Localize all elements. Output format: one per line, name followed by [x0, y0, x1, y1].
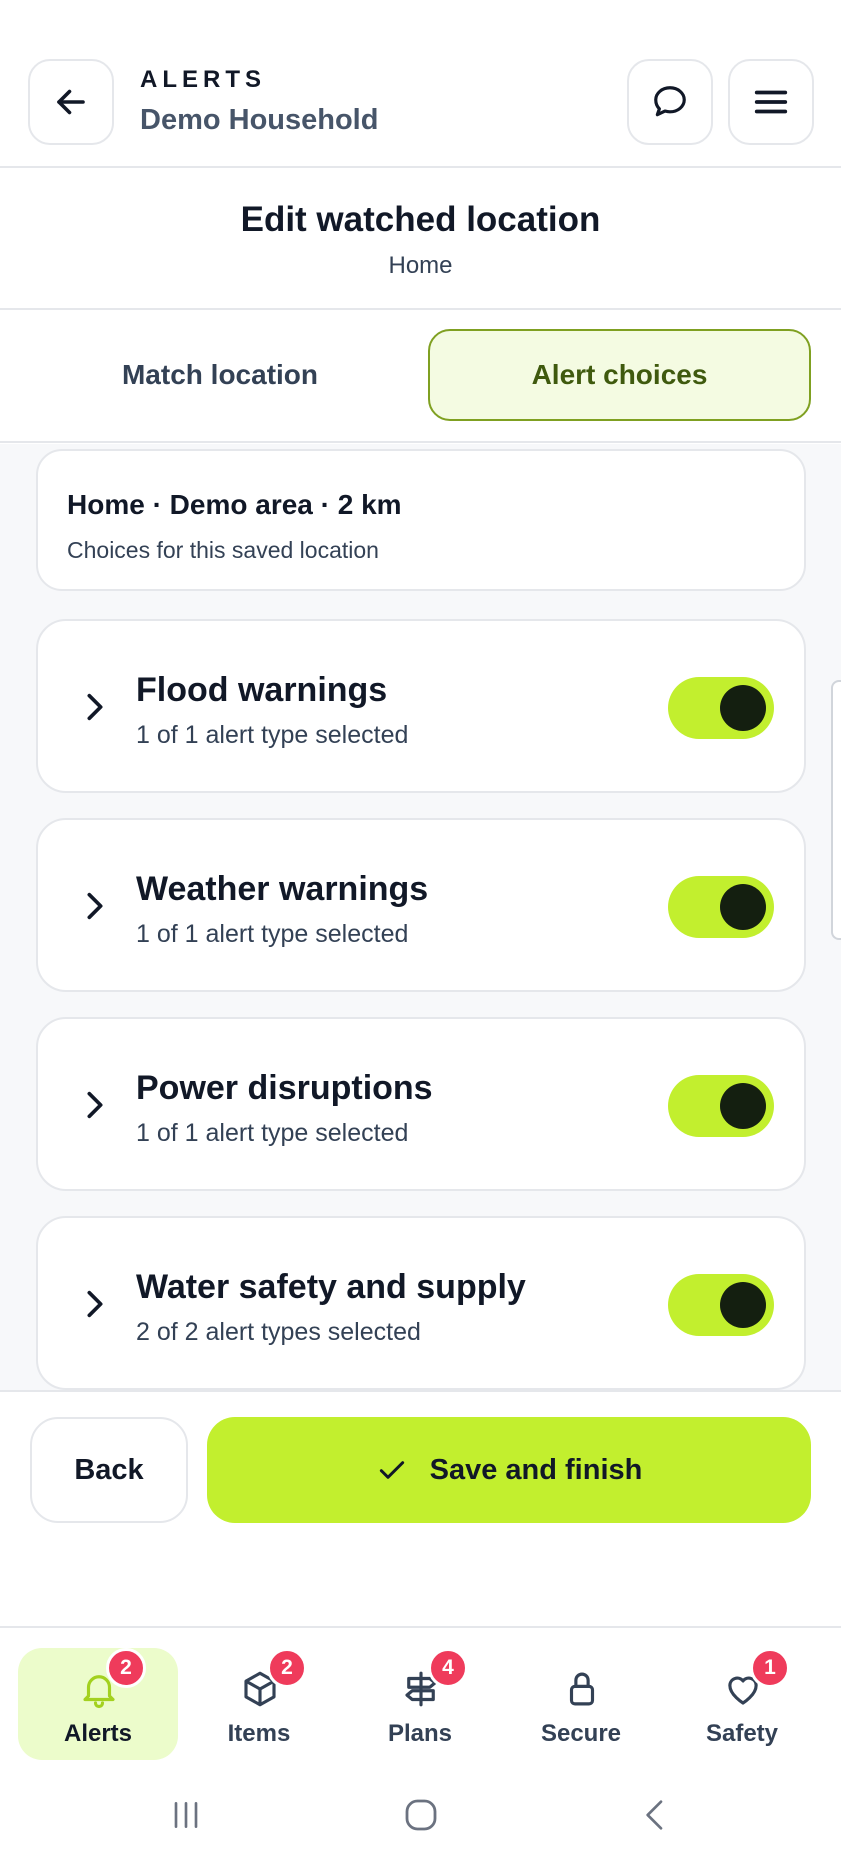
category-toggle[interactable] [668, 876, 774, 938]
chevron-right-icon[interactable] [78, 1284, 112, 1324]
chat-button[interactable] [627, 59, 713, 145]
category-name: Power disruptions [136, 1069, 433, 1107]
category-count: 1 of 1 alert type selected [136, 721, 409, 749]
toggle-knob [720, 1282, 766, 1328]
category-card-water[interactable]: Water safety and supply 2 of 2 alert typ… [36, 1216, 806, 1390]
category-count: 1 of 1 alert type selected [136, 1119, 409, 1147]
toggle-knob [720, 685, 766, 731]
nav-secure[interactable]: Secure [501, 1648, 661, 1760]
alert-choices-list[interactable]: Home · Demo area · 2 km Choices for this… [0, 444, 841, 1392]
nav-label: Secure [540, 1720, 622, 1747]
category-card-flood[interactable]: Flood warnings 1 of 1 alert type selecte… [36, 619, 806, 793]
category-name: Water safety and supply [136, 1268, 526, 1306]
hamburger-menu-icon [754, 90, 788, 114]
category-card-weather[interactable]: Weather warnings 1 of 1 alert type selec… [36, 818, 806, 992]
category-name: Flood warnings [136, 671, 388, 709]
category-toggle[interactable] [668, 677, 774, 739]
page-title-block: Edit watched location Home [0, 170, 841, 310]
nav-safety[interactable]: 1 Safety [662, 1648, 822, 1760]
back-button[interactable] [28, 59, 114, 145]
page-title: Edit watched location [240, 200, 601, 239]
page-subtitle: Home [388, 252, 453, 279]
nav-label: Safety [705, 1720, 779, 1747]
household-name: Demo Household [140, 104, 379, 136]
form-actions: Back Save and finish [0, 1393, 841, 1628]
chat-bubble-icon [654, 86, 686, 117]
nav-label: Alerts [63, 1720, 133, 1747]
nav-alerts[interactable]: 2 Alerts [18, 1648, 178, 1760]
section-eyebrow: ALERTS [140, 66, 266, 93]
system-back-icon [646, 1800, 663, 1830]
nav-plans[interactable]: 4 Plans [340, 1648, 500, 1760]
chevron-right-icon[interactable] [78, 886, 112, 926]
nav-label: Items [227, 1720, 291, 1747]
nav-label: Plans [387, 1720, 453, 1747]
home-button[interactable] [391, 1790, 451, 1840]
nav-badge: 2 [267, 1648, 307, 1688]
tab-bar: Match location Alert choices [0, 311, 841, 443]
category-count: 1 of 1 alert type selected [136, 920, 409, 948]
location-summary-title: Home · Demo area · 2 km [67, 489, 402, 520]
system-navigation-bar [0, 1760, 841, 1870]
scrollbar[interactable] [831, 680, 841, 940]
app-header: ALERTS Demo Household [0, 0, 841, 168]
save-and-finish-button[interactable]: Save and finish [207, 1417, 811, 1523]
category-count: 2 of 2 alert types selected [136, 1318, 421, 1346]
home-circle-icon [405, 1799, 437, 1831]
menu-button[interactable] [728, 59, 814, 145]
arrow-left-icon [57, 89, 85, 115]
category-card-power[interactable]: Power disruptions 1 of 1 alert type sele… [36, 1017, 806, 1191]
bottom-navigation: 2 Alerts 2 Items 4 Plans Secure 1 Safety [0, 1630, 841, 1760]
location-summary-card: Home · Demo area · 2 km Choices for this… [36, 449, 806, 591]
nav-badge: 4 [428, 1648, 468, 1688]
recent-apps-button[interactable] [156, 1790, 216, 1840]
nav-items[interactable]: 2 Items [179, 1648, 339, 1760]
recent-apps-icon [174, 1802, 198, 1828]
nav-badge: 2 [106, 1648, 146, 1688]
category-name: Weather warnings [136, 870, 429, 908]
location-summary-subtitle: Choices for this saved location [67, 537, 379, 563]
tab-match-location[interactable]: Match location [30, 329, 410, 421]
toggle-knob [720, 884, 766, 930]
back-action-button[interactable]: Back [30, 1417, 188, 1523]
tab-alert-choices[interactable]: Alert choices [428, 329, 811, 421]
category-toggle[interactable] [668, 1274, 774, 1336]
category-toggle[interactable] [668, 1075, 774, 1137]
chevron-right-icon[interactable] [78, 687, 112, 727]
save-label: Save and finish [429, 1453, 643, 1486]
system-back-button[interactable] [626, 1790, 686, 1840]
nav-badge: 1 [750, 1648, 790, 1688]
toggle-knob [720, 1083, 766, 1129]
lock-icon [569, 1672, 595, 1706]
chevron-right-icon[interactable] [78, 1085, 112, 1125]
checkmark-icon [379, 1461, 404, 1479]
